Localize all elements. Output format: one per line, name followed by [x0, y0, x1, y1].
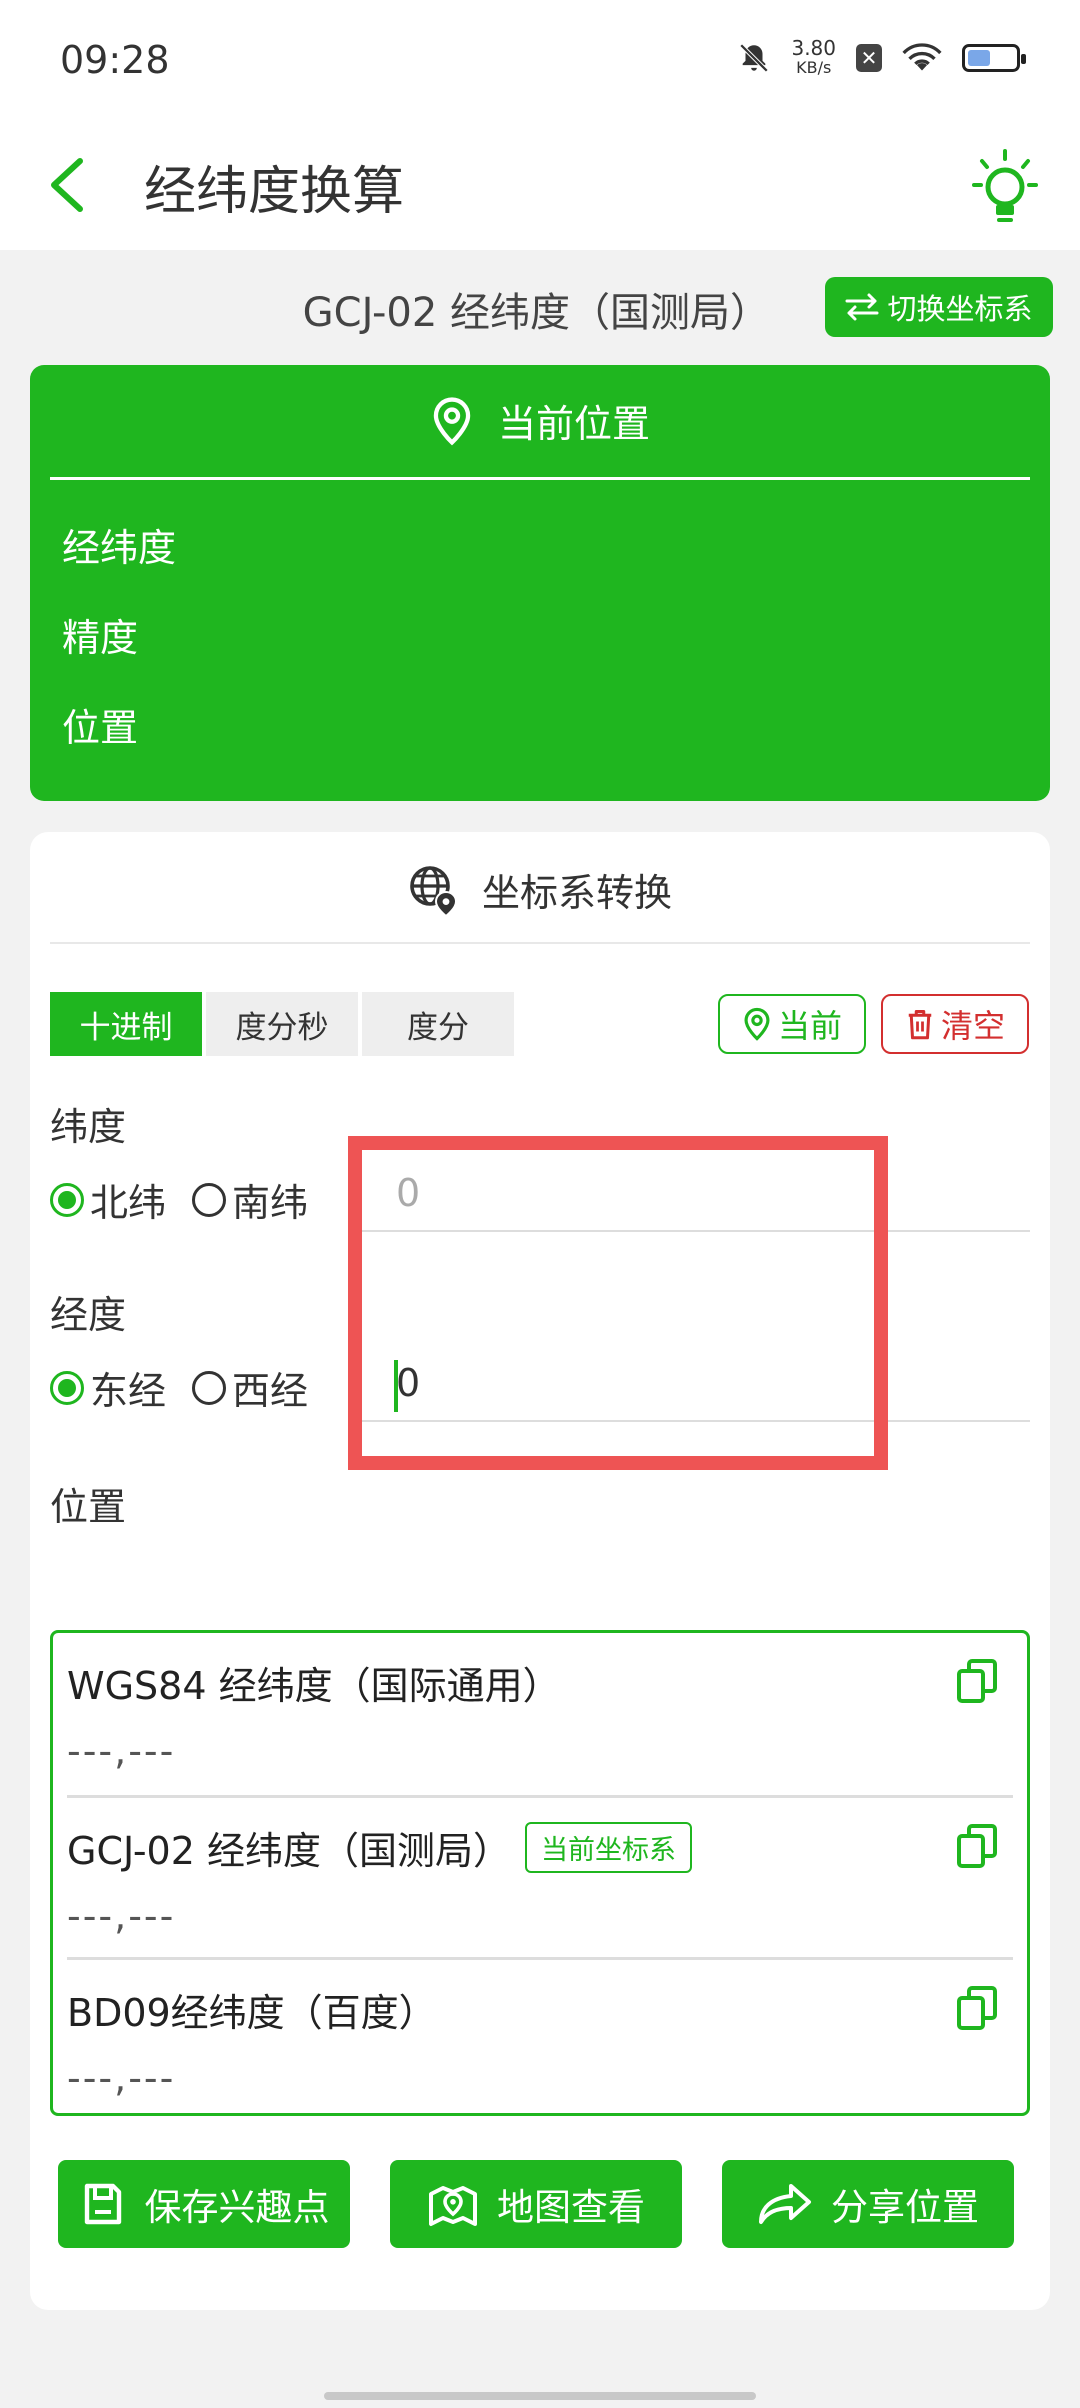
tab-dms[interactable]: 度分秒 — [206, 992, 358, 1056]
result-title: GCJ-02 经纬度（国测局） 当前坐标系 — [67, 1820, 692, 1875]
lightbulb-icon[interactable] — [970, 147, 1040, 227]
save-poi-label: 保存兴趣点 — [144, 2186, 330, 2229]
map-pin-icon — [429, 2186, 477, 2226]
share-location-label: 分享位置 — [831, 2186, 979, 2229]
result-value: ---,--- — [67, 1894, 176, 1938]
longitude-hemisphere: 东经 西经 — [50, 1360, 308, 1415]
map-view-button[interactable]: 地图查看 — [390, 2160, 682, 2248]
page-title: 经纬度换算 — [144, 162, 405, 222]
share-location-button[interactable]: 分享位置 — [722, 2160, 1014, 2248]
result-item-gcj02: GCJ-02 经纬度（国测局） 当前坐标系 ---,--- — [67, 1795, 1013, 1957]
conversion-results: WGS84 经纬度（国际通用） ---,--- GCJ-02 经纬度（国测局） … — [50, 1630, 1030, 2116]
app-bar: 经纬度换算 — [0, 125, 1080, 250]
clear-label: 清空 — [940, 1007, 1005, 1045]
longitude-input[interactable] — [358, 1346, 1030, 1420]
radio-west[interactable]: 西经 — [192, 1360, 308, 1415]
lat-lng-row-label: 经纬度 — [62, 526, 177, 570]
switch-coord-system-label: 切换坐标系 — [887, 292, 1033, 326]
radio-east[interactable]: 东经 — [50, 1360, 166, 1415]
latitude-input-container — [358, 1156, 1030, 1232]
current-location-card: 当前位置 经纬度 精度 位置 — [30, 365, 1050, 801]
map-view-label: 地图查看 — [497, 2186, 645, 2229]
result-title: BD09经纬度（百度） — [67, 1991, 437, 2035]
tab-dm[interactable]: 度分 — [362, 992, 514, 1056]
divider — [50, 942, 1030, 944]
latitude-label: 纬度 — [50, 1105, 127, 1149]
status-icons: 3.80 KB/s ✕ — [737, 36, 1026, 78]
result-item-wgs84: WGS84 经纬度（国际通用） ---,--- — [67, 1633, 1013, 1795]
home-indicator[interactable] — [324, 2392, 756, 2400]
radio-north[interactable]: 北纬 — [50, 1172, 166, 1227]
status-bar: 09:28 3.80 KB/s ✕ — [0, 0, 1080, 125]
position-label: 位置 — [50, 1485, 127, 1529]
save-poi-button[interactable]: 保存兴趣点 — [58, 2160, 350, 2248]
conversion-title: 坐标系转换 — [481, 871, 672, 915]
action-buttons: 保存兴趣点 地图查看 分享位置 — [58, 2160, 1014, 2248]
copy-icon[interactable] — [955, 1822, 999, 1870]
battery-icon — [962, 44, 1026, 72]
result-value: ---,--- — [67, 1729, 176, 1773]
result-value: ---,--- — [67, 2056, 176, 2100]
conversion-header: 坐标系转换 — [30, 862, 1050, 917]
back-arrow-icon[interactable] — [40, 155, 100, 215]
radio-unselected-icon — [192, 1182, 227, 1217]
longitude-label: 经度 — [50, 1293, 127, 1337]
longitude-input-container — [358, 1346, 1030, 1422]
use-current-label: 当前 — [777, 1007, 842, 1045]
swap-arrows-icon — [845, 293, 879, 321]
save-icon — [84, 2183, 121, 2225]
result-item-bd09: BD09经纬度（百度） ---,--- — [67, 1957, 1013, 2119]
notification-x-icon: ✕ — [856, 44, 882, 72]
bell-muted-icon — [740, 43, 769, 73]
copy-icon[interactable] — [955, 1984, 999, 2032]
radio-selected-icon — [50, 1182, 84, 1217]
copy-icon[interactable] — [955, 1657, 999, 1705]
format-tabs: 十进制 度分秒 度分 — [50, 992, 514, 1056]
net-speed: 3.80 KB/s — [791, 36, 836, 77]
trash-icon — [908, 1010, 932, 1040]
accuracy-row-label: 精度 — [62, 616, 139, 660]
radio-south[interactable]: 南纬 — [192, 1172, 308, 1227]
radio-unselected-icon — [192, 1370, 227, 1405]
text-cursor — [394, 1360, 398, 1412]
divider — [50, 477, 1030, 480]
location-pin-icon — [744, 1007, 770, 1041]
radio-selected-icon — [50, 1370, 84, 1405]
location-pin-icon — [433, 396, 471, 445]
status-time: 09:28 — [60, 38, 170, 82]
globe-location-icon — [410, 865, 457, 916]
current-system-badge: 当前坐标系 — [524, 1822, 692, 1873]
coord-conversion-card: 坐标系转换 十进制 度分秒 度分 当前 清空 纬度 北纬 南纬 0 经度 东经 … — [30, 832, 1050, 2310]
switch-coord-system-button[interactable]: 切换坐标系 — [825, 277, 1053, 337]
latitude-hemisphere: 北纬 南纬 — [50, 1172, 308, 1227]
current-location-header: 当前位置 — [30, 393, 1050, 448]
position-row-label: 位置 — [62, 706, 139, 750]
tab-decimal[interactable]: 十进制 — [50, 992, 202, 1056]
clear-button[interactable]: 清空 — [881, 994, 1029, 1054]
wifi-icon — [902, 43, 942, 71]
current-location-title: 当前位置 — [497, 402, 650, 446]
result-title: WGS84 经纬度（国际通用） — [67, 1664, 561, 1708]
share-arrow-icon — [759, 2184, 811, 2224]
use-current-button[interactable]: 当前 — [718, 994, 866, 1054]
latitude-input[interactable] — [358, 1156, 1030, 1230]
coord-system-label: GCJ-02 经纬度（国测局） — [302, 290, 770, 336]
